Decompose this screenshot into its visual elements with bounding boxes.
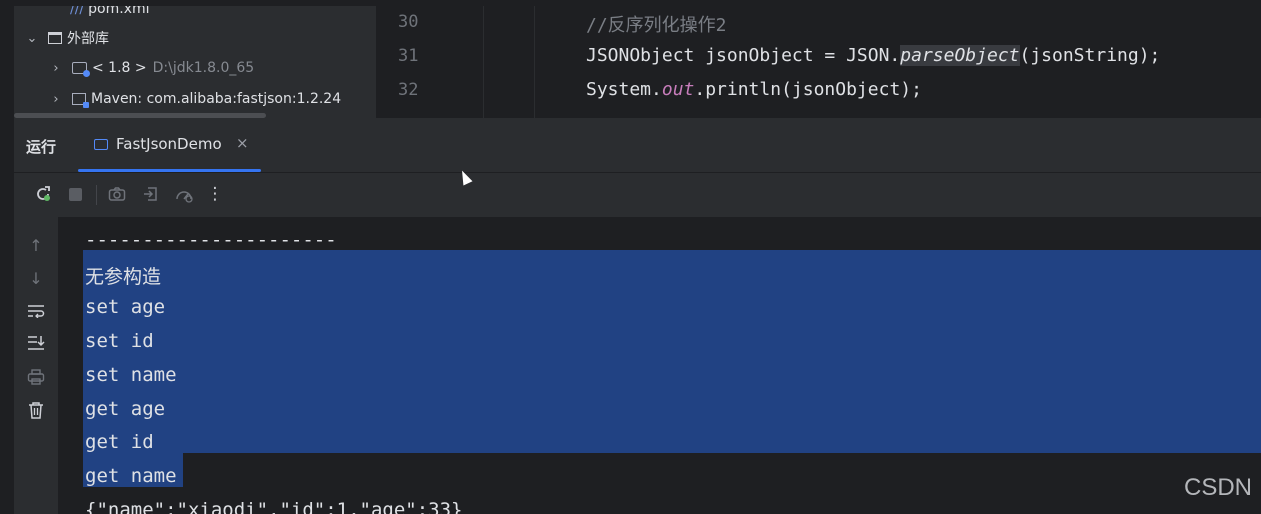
ide-window: /// pom.xml ⌄ 外部库 › < 1.8 > D:\jdk1.8.0_… [14, 6, 1261, 514]
tree-item-label: 外部库 [67, 31, 109, 47]
import-icon[interactable] [138, 181, 164, 207]
scroll-to-end-icon[interactable] [24, 331, 48, 355]
code-token: System. [586, 79, 662, 100]
library-icon [48, 32, 62, 44]
xml-file-icon: /// [70, 6, 85, 17]
tab-fastjsondemo[interactable]: FastJsonDemo × [78, 118, 261, 172]
tree-item-label: Maven: com.alibaba:fastjson:1.2.24 [91, 91, 342, 107]
more-options-icon[interactable]: ⋮ [202, 181, 228, 207]
console-json-line: {"name":"xiaodi","id":1,"age":33} [85, 499, 463, 514]
profiler-icon[interactable] [171, 181, 197, 207]
project-tree: /// pom.xml ⌄ 外部库 › < 1.8 > D:\jdk1.8.0_… [14, 6, 376, 118]
tree-item-maven-fastjson[interactable]: › Maven: com.alibaba:fastjson:1.2.24 [48, 86, 341, 112]
console-separator-line: ---------------------- [85, 229, 337, 251]
indent-guide [534, 6, 535, 118]
line-number: 32 [398, 80, 419, 100]
console-line: get name [85, 465, 177, 487]
tree-item-jdk[interactable]: › < 1.8 > D:\jdk1.8.0_65 [48, 55, 254, 81]
code-field-token: out [661, 79, 695, 100]
console-line: set id [85, 330, 154, 352]
code-editor[interactable]: 30 //反序列化操作2 31 JSONObject jsonObject = … [376, 6, 1261, 118]
chevron-right-icon[interactable]: › [48, 92, 64, 107]
arrow-down-icon[interactable]: ↓ [24, 266, 48, 290]
console-line: set age [85, 296, 166, 318]
line-number: 31 [398, 46, 419, 66]
rerun-icon[interactable] [30, 181, 56, 207]
line-number: 30 [398, 12, 419, 32]
watermark: CSDN [1183, 474, 1252, 501]
text-selection [83, 250, 1261, 453]
chevron-down-icon[interactable]: ⌄ [24, 31, 40, 46]
maven-library-icon [72, 93, 89, 108]
code-token: JSONObject jsonObject = JSON. [586, 45, 901, 66]
stop-icon[interactable] [62, 181, 88, 207]
code-line-println: System.out.println(jsonObject); [586, 79, 922, 100]
close-icon[interactable]: × [236, 134, 249, 152]
trash-icon[interactable] [24, 398, 48, 422]
run-tool-window-header: 运行 FastJsonDemo × [14, 118, 1261, 172]
tree-item-label: pom.xml [88, 6, 150, 17]
gutter-divider [483, 6, 484, 118]
code-token: .println(jsonObject); [694, 79, 922, 100]
chevron-right-icon[interactable]: › [48, 61, 64, 76]
console-output[interactable]: ---------------------- 无参构造 set age set … [58, 217, 1261, 514]
arrow-up-icon[interactable]: ↑ [24, 233, 48, 257]
run-toolbar: ⋮ [14, 172, 1261, 218]
tree-item-external-libraries[interactable]: ⌄ 外部库 [24, 25, 109, 51]
jdk-icon [72, 62, 90, 77]
soft-wrap-icon[interactable] [24, 299, 48, 323]
console-line: get age [85, 398, 166, 420]
console-icon [94, 139, 108, 150]
camera-icon[interactable] [104, 181, 130, 207]
jdk-path: D:\jdk1.8.0_65 [152, 60, 255, 76]
console-line: 无参构造 [85, 266, 162, 288]
console-line: get id [85, 431, 154, 453]
tab-label: FastJsonDemo [116, 135, 222, 153]
code-line-comment: //反序列化操作2 [586, 15, 727, 36]
code-method-token: parseObject [900, 45, 1020, 66]
console-line: set name [85, 364, 177, 386]
code-line-parse: JSONObject jsonObject = JSON.parseObject… [586, 45, 1160, 66]
console-side-toolbar: ↑ ↓ [14, 217, 58, 514]
print-icon[interactable] [24, 365, 48, 389]
toolbar-separator [96, 185, 97, 205]
tree-item-pom[interactable]: /// pom.xml [70, 6, 150, 22]
code-token: (jsonString); [1019, 45, 1161, 66]
run-panel-title: 运行 [26, 138, 57, 156]
jdk-label: < 1.8 > [92, 60, 147, 76]
